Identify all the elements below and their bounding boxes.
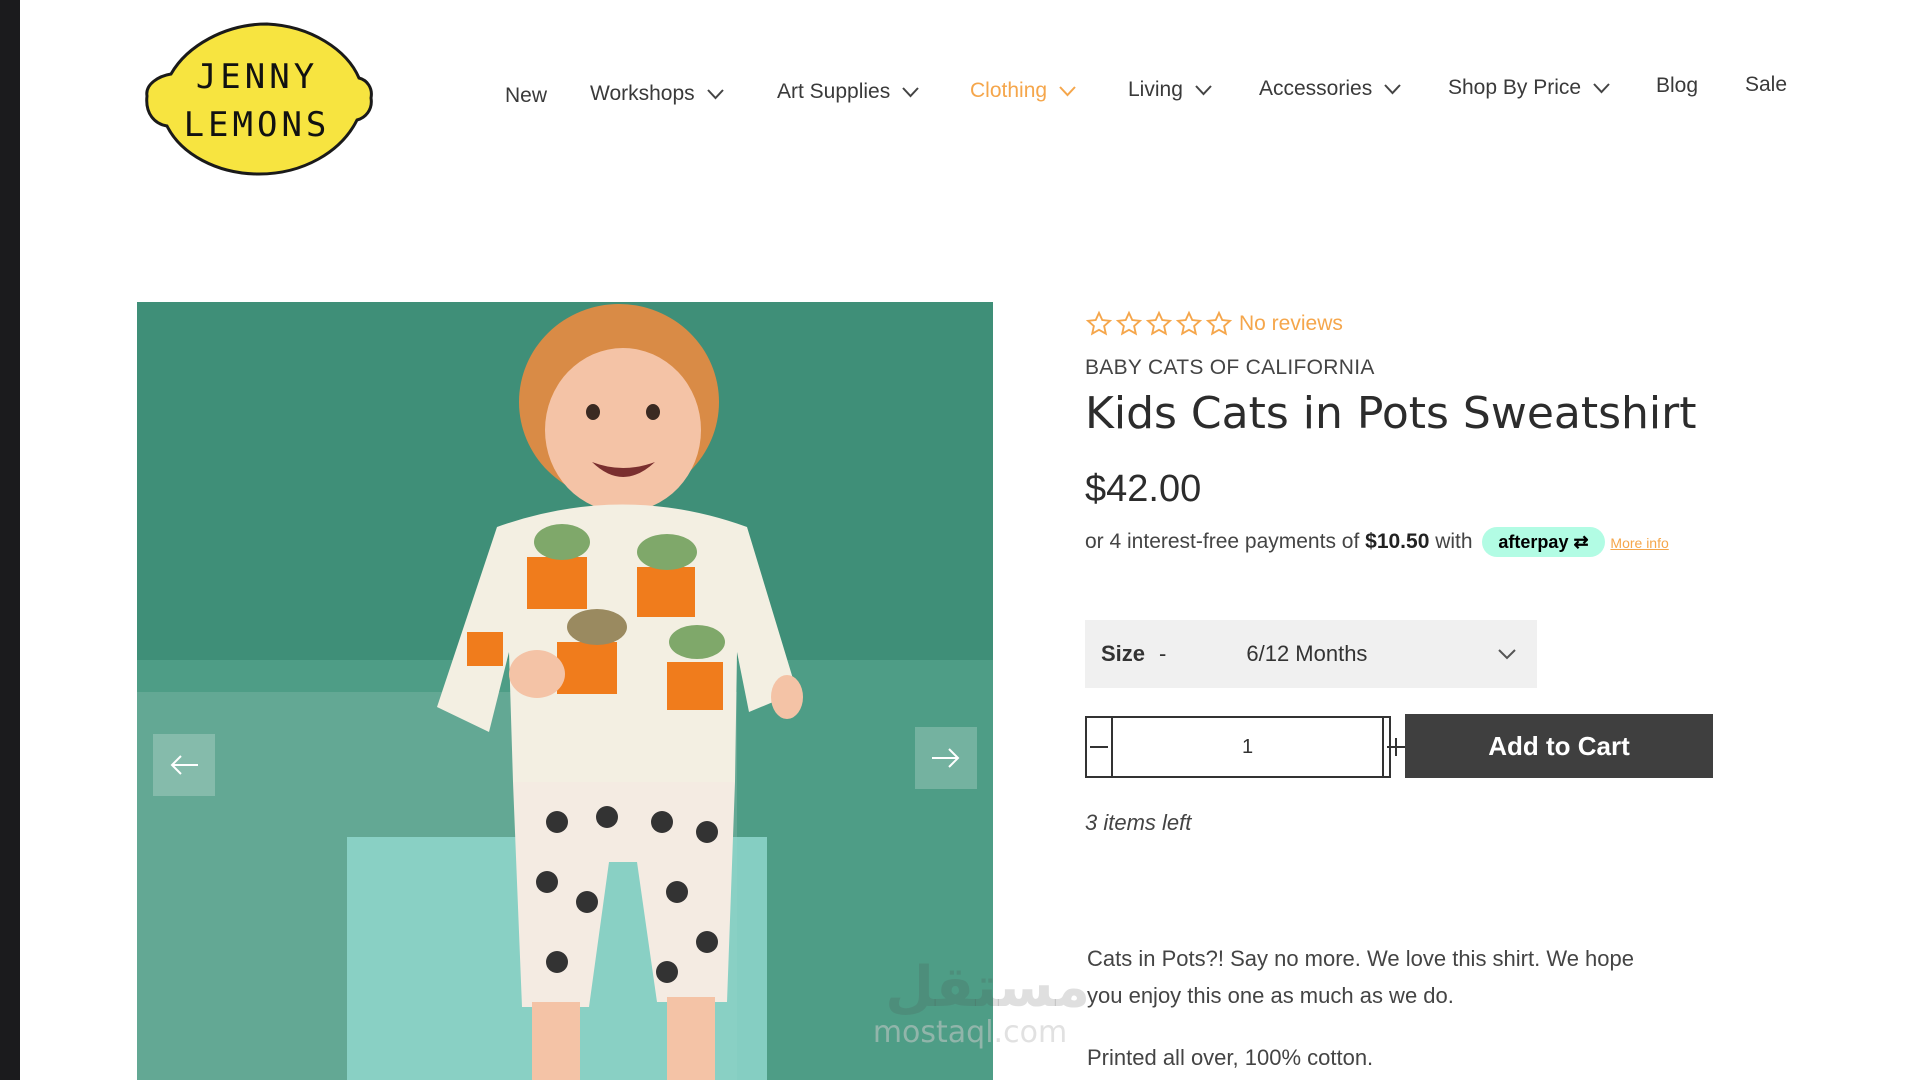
child-photo — [437, 304, 803, 1080]
nav-item-label: Workshops — [590, 82, 695, 105]
size-selected-value: 6/12 Months — [1246, 641, 1368, 666]
quantity-decrease-button[interactable] — [1087, 718, 1113, 776]
star-outline-icon — [1145, 310, 1173, 338]
chevron-down-icon — [1593, 82, 1610, 94]
chevron-down-icon — [1384, 83, 1401, 95]
product-vendor[interactable]: BABY CATS OF CALIFORNIA — [1085, 356, 1375, 380]
nav-item-label: Sale — [1745, 73, 1788, 96]
minus-icon — [1090, 746, 1108, 748]
afterpay-badge[interactable]: afterpay ⇄ — [1482, 527, 1605, 558]
size-separator: - — [1159, 641, 1167, 666]
afterpay-badge-label: afterpay — [1498, 532, 1569, 553]
arrow-left-icon — [170, 755, 198, 775]
afterpay-prefix: or 4 interest-free payments of — [1085, 530, 1360, 553]
afterpay-loop-icon: ⇄ — [1573, 532, 1589, 553]
nav-item-label: Art Supplies — [777, 80, 891, 103]
lemon-logo-icon: JENNY LEMONS — [145, 22, 373, 176]
nav-item-clothing[interactable]: Clothing — [970, 79, 1076, 103]
rating-stars[interactable]: No reviews — [1085, 310, 1343, 338]
chevron-down-icon — [1497, 647, 1517, 661]
arrow-right-icon — [932, 748, 960, 768]
nav-item-label: Clothing — [970, 79, 1048, 102]
add-to-cart-button[interactable]: Add to Cart — [1405, 714, 1713, 778]
reviews-link[interactable]: No reviews — [1239, 312, 1343, 336]
logo-line2: LEMONS — [184, 105, 331, 145]
logo-line1: JENNY — [196, 57, 318, 97]
star-outline-icon — [1175, 310, 1203, 338]
nav-item-label: Accessories — [1259, 77, 1373, 100]
main-navigation: New Workshops Art Supplies Clothing Livi… — [495, 72, 1795, 112]
nav-item-shop-by-price[interactable]: Shop By Price — [1448, 76, 1610, 100]
nav-item-label: Living — [1128, 78, 1183, 101]
quantity-stepper — [1085, 716, 1405, 778]
window-edge — [0, 0, 20, 1080]
next-image-button[interactable] — [915, 727, 977, 789]
product-title: Kids Cats in Pots Sweatshirt — [1085, 388, 1697, 439]
nav-item-living[interactable]: Living — [1128, 78, 1212, 102]
product-material: Printed all over, 100% cotton. — [1087, 1045, 1374, 1070]
nav-item-new[interactable]: New — [505, 84, 547, 108]
nav-item-label: Shop By Price — [1448, 76, 1582, 99]
nav-item-blog[interactable]: Blog — [1656, 74, 1698, 98]
nav-item-workshops[interactable]: Workshops — [590, 82, 724, 106]
star-outline-icon — [1115, 310, 1143, 338]
nav-item-label: Blog — [1656, 74, 1699, 97]
nav-item-label: New — [505, 84, 548, 107]
size-select[interactable]: Size - 6/12 Months — [1085, 620, 1537, 688]
chevron-down-icon — [706, 88, 724, 100]
product-description: Cats in Pots?! Say no more. We love this… — [1087, 946, 1634, 1008]
size-label: Size — [1101, 641, 1146, 666]
chevron-down-icon — [1195, 84, 1212, 96]
nav-item-art-supplies[interactable]: Art Supplies — [777, 80, 919, 104]
quantity-input[interactable] — [1113, 718, 1382, 776]
more-info-link[interactable]: More info — [1610, 535, 1668, 551]
previous-image-button[interactable] — [153, 734, 215, 796]
chevron-down-icon — [1059, 85, 1076, 97]
stock-status: 3 items left — [1085, 810, 1192, 835]
star-outline-icon — [1085, 310, 1113, 338]
product-price: $42.00 — [1085, 468, 1202, 510]
afterpay-message: or 4 interest-free payments of $10.50 wi… — [1085, 522, 1725, 563]
nav-item-accessories[interactable]: Accessories — [1259, 77, 1401, 101]
product-image[interactable] — [137, 302, 993, 1080]
afterpay-amount: $10.50 — [1365, 530, 1430, 553]
afterpay-with: with — [1435, 530, 1473, 553]
jenny-lemons-logo[interactable]: JENNY LEMONS — [135, 18, 375, 178]
chevron-down-icon — [902, 86, 919, 98]
star-outline-icon — [1205, 310, 1233, 338]
nav-item-sale[interactable]: Sale — [1745, 73, 1787, 97]
